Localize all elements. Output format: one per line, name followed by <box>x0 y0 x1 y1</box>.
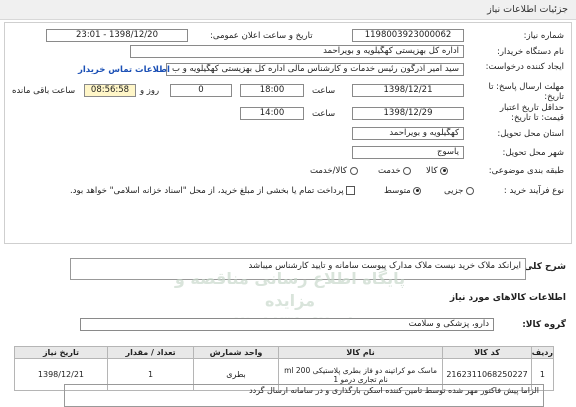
page-title: جزئیات اطلاعات نیاز <box>487 4 568 15</box>
validity-label: حداقل تاریخ اعتبار قیمت: تا تاریخ: <box>499 103 564 123</box>
category-option-goods-service[interactable]: کالا/خدمت <box>310 166 358 176</box>
province-label: استان محل تحویل: <box>497 129 564 139</box>
send-deadline-label: مهلت ارسال پاسخ: تا تاریخ: <box>488 82 564 102</box>
remaining-label: ساعت باقی مانده <box>12 86 76 96</box>
checkbox-icon <box>346 186 356 195</box>
announce-date-field: 1398/12/20 - 23:01 <box>46 29 188 42</box>
category-option-goods[interactable]: کالا <box>426 166 449 176</box>
radio-icon <box>403 166 412 175</box>
announce-date-label: تاریخ و ساعت اعلان عمومی: <box>210 31 313 41</box>
payment-checkbox-row[interactable]: پرداخت تمام یا بخشی از مبلغ خرید، از محل… <box>70 186 356 196</box>
payment-text: پرداخت تمام یا بخشی از مبلغ خرید، از محل… <box>70 186 344 196</box>
purchase-option-medium[interactable]: متوسط <box>384 186 422 196</box>
validity-time-field: 14:00 <box>240 107 304 120</box>
radio-checked-icon <box>440 166 449 175</box>
buyer-field: اداره کل بهزیستی کهگیلویه و بویراحمد <box>130 45 464 58</box>
col-header-need-date: تاریخ نیاز <box>14 346 108 359</box>
days-label: روز و <box>140 86 160 96</box>
need-number-field: 1198003923000062 <box>352 29 464 42</box>
col-header-unit: واحد شمارش <box>193 346 279 359</box>
buyer-label: نام دستگاه خریدار: <box>497 47 564 57</box>
table-header-row: ردیف کد کالا نام کالا واحد شمارش تعداد /… <box>14 346 555 359</box>
validity-time-label: ساعت <box>312 109 336 119</box>
category-option-service[interactable]: خدمت <box>378 166 412 176</box>
col-header-quantity: تعداد / مقدار <box>106 346 195 359</box>
purchase-type-label: نوع فرآیند خرید : <box>503 186 564 196</box>
category-label: طبقه بندی موضوعی: <box>488 166 564 176</box>
creator-field: سید امیر آذرگون رئیس خدمات و کارشناس مال… <box>166 63 464 76</box>
validity-date-field: 1398/12/29 <box>352 107 464 120</box>
send-deadline-time-field: 18:00 <box>240 84 304 97</box>
goods-group-label: گروه کالا: <box>522 320 566 330</box>
contact-buyer-link[interactable]: اطلاعات تماس خریدار <box>78 65 170 75</box>
goods-group-field: دارو، پزشکی و سلامت <box>80 318 494 331</box>
radio-icon <box>349 166 358 175</box>
send-deadline-time-label: ساعت <box>312 86 336 96</box>
send-deadline-date-field: 1398/12/21 <box>352 84 464 97</box>
col-header-item-code: کد کالا <box>442 346 532 359</box>
radio-icon <box>466 186 475 195</box>
goods-info-title: اطلاعات کالاهای مورد نیاز <box>449 293 566 303</box>
buyer-note-text: الزاما پیش فاکتور مهر شده توسط تامین کنن… <box>249 386 539 395</box>
city-field: یاسوج <box>352 146 464 159</box>
days-remaining-field: 0 <box>170 84 232 97</box>
need-number-label: شماره نیاز: <box>523 31 564 41</box>
province-field: کهگیلویه و بویراحمد <box>352 127 464 140</box>
purchase-option-minor[interactable]: جزیی <box>444 186 475 196</box>
buyer-note-box: الزاما پیش فاکتور مهر شده توسط تامین کنن… <box>64 384 544 407</box>
remaining-time-field: 08:56:58 <box>84 84 136 97</box>
city-label: شهر محل تحویل: <box>502 148 564 158</box>
col-header-row-number: ردیف <box>530 346 555 359</box>
col-header-item-name: نام کالا <box>277 346 444 359</box>
radio-checked-icon <box>413 186 422 195</box>
creator-label: ایجاد کننده درخواست: <box>485 62 564 72</box>
